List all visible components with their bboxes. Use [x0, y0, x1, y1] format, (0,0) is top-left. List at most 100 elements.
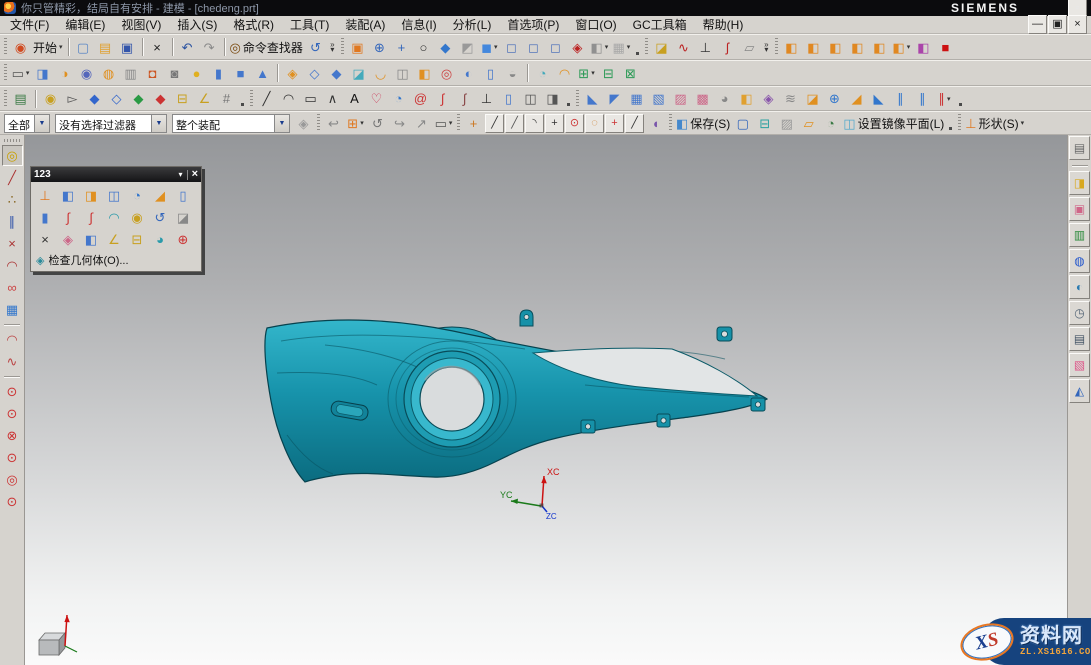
- palette-rotate-button[interactable]: ↺: [149, 207, 171, 228]
- menu-assemblies[interactable]: 装配(A): [337, 17, 393, 33]
- sphere-button[interactable]: ●: [186, 63, 207, 84]
- hole-button[interactable]: ◉: [76, 63, 97, 84]
- mirror-feature-3-button[interactable]: ∥▾: [934, 88, 955, 109]
- wave-geometry-linker-button[interactable]: ◧: [869, 37, 890, 58]
- snap-midpoint-toggle[interactable]: ╱: [505, 114, 524, 133]
- sketch-button[interactable]: ▭▾: [10, 63, 31, 84]
- toolbar-grip[interactable]: [4, 139, 20, 142]
- enable-snap-point-button[interactable]: +: [463, 113, 484, 134]
- menu-help[interactable]: 帮助(H): [695, 17, 752, 33]
- type-filter-combo[interactable]: 全部▼: [4, 114, 50, 133]
- block-button[interactable]: ■: [230, 63, 251, 84]
- fit-window-button[interactable]: ▣: [347, 37, 368, 58]
- palette-diamond-button[interactable]: ◈: [57, 229, 79, 250]
- offset-surface-button[interactable]: ◎: [436, 63, 457, 84]
- trim-body-button[interactable]: ◫: [392, 63, 413, 84]
- move-object-button[interactable]: ◔: [820, 113, 841, 134]
- command-finder-button[interactable]: ◎命令查找器: [229, 37, 304, 58]
- roles-tab[interactable]: ◭: [1069, 379, 1090, 403]
- menu-tools[interactable]: 工具(T): [282, 17, 337, 33]
- art-spline-button[interactable]: ʃ: [717, 37, 738, 58]
- menu-insert[interactable]: 插入(S): [169, 17, 225, 33]
- arc-tool-button[interactable]: ◠: [2, 255, 23, 276]
- surface-patch-button[interactable]: ▦: [2, 299, 23, 320]
- art-spline-heart-button[interactable]: ♡: [366, 88, 387, 109]
- spline-curve-button[interactable]: ∿: [2, 351, 23, 372]
- cone-button[interactable]: ▲: [252, 63, 273, 84]
- offset-sheet-button[interactable]: ≋: [780, 88, 801, 109]
- datum-plane-button[interactable]: ⊥: [695, 37, 716, 58]
- boolean-tool-button[interactable]: ⊟: [598, 63, 619, 84]
- unite-button[interactable]: ◈: [282, 63, 303, 84]
- resource-bar-header-icon[interactable]: ▤: [1069, 136, 1090, 160]
- circle-tool-6-button[interactable]: ⊙: [2, 491, 23, 512]
- palette-menu-button[interactable]: ▾: [179, 170, 183, 179]
- palette-fan-button[interactable]: ◔: [126, 185, 148, 206]
- start-button[interactable]: 开始▾: [32, 37, 64, 58]
- headlight-bezel-model[interactable]: [265, 310, 767, 482]
- refresh-button[interactable]: ↺: [367, 113, 388, 134]
- circle-tool-2-button[interactable]: ⊙: [2, 403, 23, 424]
- sketch-task-environment-button[interactable]: ▤: [10, 88, 31, 109]
- redo-pick-button[interactable]: ↪: [389, 113, 410, 134]
- constraint-blue-button[interactable]: ◆: [84, 88, 105, 109]
- palette-ruler-button[interactable]: ∠: [103, 229, 125, 250]
- constraint-navigator-tab[interactable]: ▣: [1069, 197, 1090, 221]
- helix-button[interactable]: @: [410, 88, 431, 109]
- snap-endpoint-toggle[interactable]: ╱: [485, 114, 504, 133]
- menu-window[interactable]: 窗口(O): [567, 17, 624, 33]
- spline-2-button[interactable]: ∫: [454, 88, 475, 109]
- arc-button[interactable]: ◠: [278, 88, 299, 109]
- palette-join-button[interactable]: ◫: [103, 185, 125, 206]
- toolbar-grip[interactable]: [576, 90, 579, 108]
- toolbar-grip[interactable]: [341, 38, 344, 56]
- section-view-button[interactable]: ◈: [567, 37, 588, 58]
- rotate-button[interactable]: ○: [413, 37, 434, 58]
- rectangle-button[interactable]: ▭: [300, 88, 321, 109]
- assembly-navigator-tab[interactable]: ◨: [1069, 171, 1090, 195]
- menu-information[interactable]: 信息(I): [393, 17, 444, 33]
- studio-surface-button[interactable]: ▧: [648, 88, 669, 109]
- part-navigator-tab[interactable]: ▤: [1069, 327, 1090, 351]
- toolbar-grip[interactable]: [457, 114, 460, 132]
- snap-point-on-face-button[interactable]: ◖: [645, 113, 666, 134]
- sketch-curve-button[interactable]: ◪: [651, 37, 672, 58]
- edit-object-display-button[interactable]: ▱: [798, 113, 819, 134]
- zoom-button[interactable]: ⊕: [369, 37, 390, 58]
- snapshot-button[interactable]: ◩: [457, 37, 478, 58]
- palette-bridge-button[interactable]: ◠: [103, 207, 125, 228]
- fan-surface-button[interactable]: ◔: [388, 88, 409, 109]
- history-tab[interactable]: ◐: [1069, 275, 1090, 299]
- four-point-surface-button[interactable]: ▩: [692, 88, 713, 109]
- extrude-button[interactable]: ◨: [32, 63, 53, 84]
- joined-surface-button[interactable]: ⊕: [824, 88, 845, 109]
- palette-target-button[interactable]: ⊕: [172, 229, 194, 250]
- ruled-surface-button[interactable]: ◣: [582, 88, 603, 109]
- point-set-button[interactable]: ∴: [2, 189, 23, 210]
- rectangle-select-button[interactable]: ▭▾: [433, 113, 454, 134]
- spline-1-button[interactable]: ∫: [432, 88, 453, 109]
- selection-scope-combo[interactable]: 整个装配▼: [172, 114, 290, 133]
- menu-analysis[interactable]: 分析(L): [445, 17, 500, 33]
- toolbar-overflow-button[interactable]: »▾: [761, 42, 772, 52]
- toolbar-grip[interactable]: [669, 114, 672, 132]
- palette-item-examine-geometry[interactable]: ◈ 检查几何体(O)...: [31, 251, 201, 271]
- measure-button[interactable]: ⊟: [754, 113, 775, 134]
- flip-normal-button[interactable]: ◣: [868, 88, 889, 109]
- subtract-button[interactable]: ◇: [304, 63, 325, 84]
- snap-point-on-curve-toggle[interactable]: ╱: [625, 114, 644, 133]
- menu-edit[interactable]: 编辑(E): [57, 17, 113, 33]
- point-button[interactable]: ⊥: [476, 88, 497, 109]
- mdi-minimize-button[interactable]: —: [1028, 15, 1047, 34]
- snap-intersection-toggle[interactable]: +: [545, 114, 564, 133]
- shell-button[interactable]: ◐: [458, 63, 479, 84]
- intersect-button[interactable]: ◆: [326, 63, 347, 84]
- trimmed-sheet-button[interactable]: ◪: [802, 88, 823, 109]
- toolbar-grip[interactable]: [250, 90, 253, 108]
- angle-dimension-button[interactable]: ∠: [194, 88, 215, 109]
- menu-view[interactable]: 视图(V): [113, 17, 169, 33]
- graphics-window[interactable]: XC YC ZC 123 ▾: [25, 135, 1067, 665]
- mirror-feature-1-button[interactable]: ∥: [890, 88, 911, 109]
- dimension-button[interactable]: ⊟: [172, 88, 193, 109]
- sheet-flip-button[interactable]: ◫: [520, 88, 541, 109]
